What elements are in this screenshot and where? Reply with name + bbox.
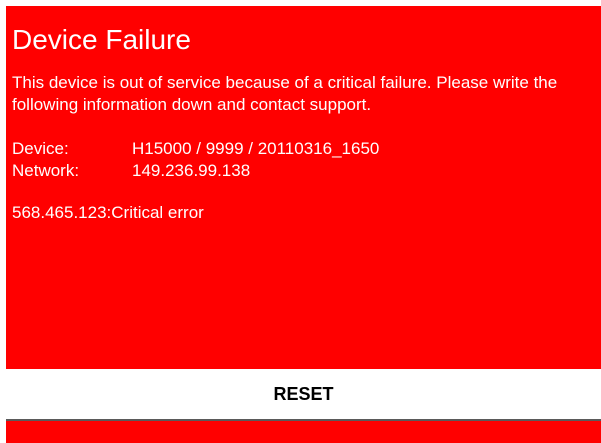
device-failure-screen: Device Failure This device is out of ser… (0, 0, 601, 443)
network-label: Network: (12, 161, 80, 180)
error-code: 568.465.123:Critical error (12, 203, 204, 222)
device-label: Device: (12, 139, 69, 158)
bottom-bar (6, 419, 601, 443)
device-value: H15000 / 9999 / 20110316_1650 (132, 139, 380, 158)
network-value: 149.236.99.138 (132, 161, 251, 180)
error-panel: Device Failure This device is out of ser… (6, 6, 601, 369)
device-row: Device: H15000 / 9999 / 20110316_1650 (12, 138, 595, 160)
network-row: Network: 149.236.99.138 (12, 160, 595, 182)
error-message: This device is out of service because of… (12, 73, 558, 114)
reset-button[interactable]: RESET (6, 370, 601, 419)
error-title: Device Failure (12, 24, 191, 55)
